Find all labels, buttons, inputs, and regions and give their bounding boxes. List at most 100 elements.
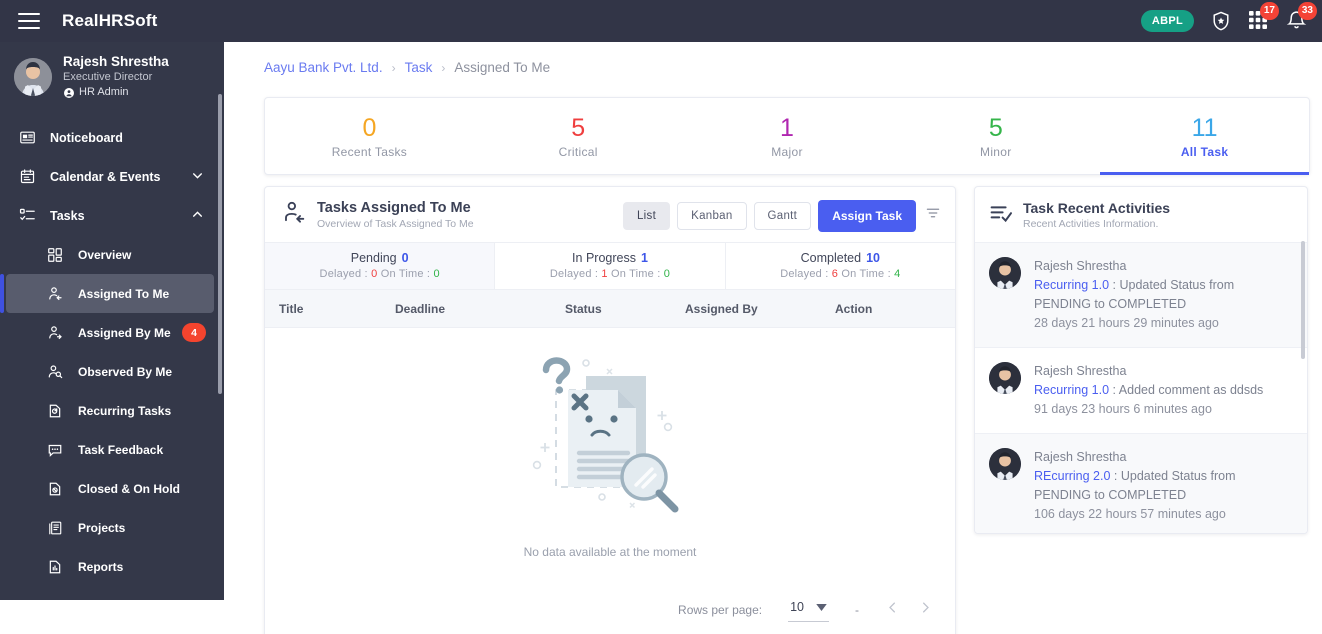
chevron-down-icon[interactable] (191, 169, 204, 185)
stat-tab-major[interactable]: 1 Major (683, 98, 892, 174)
assigned-by-me-badge: 4 (182, 323, 206, 342)
breadcrumb-section[interactable]: Task (405, 60, 433, 75)
status-group-in-progress[interactable]: In Progress 1 Delayed : 1 On Time : 0 (495, 243, 726, 289)
stat-tab-critical[interactable]: 5 Critical (474, 98, 683, 174)
stat-label: Critical (558, 145, 598, 159)
breadcrumb-separator: › (391, 60, 396, 75)
avatar (14, 58, 52, 96)
view-toggle-list[interactable]: List (622, 201, 671, 230)
stat-tab-all-task[interactable]: 11 All Task (1100, 98, 1309, 175)
activity-task-link[interactable]: REcurring 2.0 (1034, 469, 1110, 483)
sidebar-item-tasks[interactable]: Tasks (0, 196, 224, 235)
card-header: Tasks Assigned To Me Overview of Task As… (265, 187, 955, 242)
activities-scrollbar[interactable] (1301, 241, 1305, 359)
view-toggle-gantt[interactable]: Gantt (753, 201, 812, 230)
stat-label: Major (771, 145, 803, 159)
activity-user: Rajesh Shrestha (1034, 364, 1127, 378)
task-status-summary: Pending 0 Delayed : 0 On Time : 0 In Prog… (265, 242, 955, 290)
sidebar-item-assigned-by-me[interactable]: Assigned By Me 4 (0, 313, 224, 352)
activity-item[interactable]: Rajesh Shrestha REcurring 2.0 : Updated … (975, 434, 1307, 533)
sidebar-item-label: Noticeboard (50, 130, 123, 145)
activity-item[interactable]: Rajesh Shrestha Recurring 1.0 : Added co… (975, 348, 1307, 434)
status-count: 0 (401, 251, 409, 265)
reports-icon (44, 559, 66, 575)
avatar (989, 257, 1021, 289)
observed-by-me-icon (44, 364, 66, 380)
activity-timestamp: 28 days 21 hours 29 minutes ago (1034, 316, 1219, 330)
noticeboard-icon (16, 129, 38, 146)
column-header-assigned-by: Assigned By (685, 301, 758, 316)
card-actions: List Kanban Gantt Assign Task (622, 199, 941, 232)
profile-role: Executive Director (63, 71, 153, 83)
sidebar-scrollbar[interactable] (218, 94, 222, 394)
sidebar-item-label: Overview (78, 247, 132, 262)
table-header-row: Title Deadline Status Assigned By Action (265, 290, 955, 328)
ontime-label: On Time : (841, 268, 891, 280)
stat-value: 11 (1191, 114, 1218, 142)
status-title: Completed (800, 251, 862, 265)
chevron-right-icon[interactable] (918, 600, 933, 620)
assign-task-button[interactable]: Assign Task (818, 199, 916, 232)
bell-icon[interactable]: 33 (1286, 2, 1317, 32)
empty-state: No data available at the moment (265, 328, 955, 584)
brand-logo[interactable]: RealHRSoft (62, 11, 158, 31)
calendar-icon (16, 168, 38, 185)
sidebar-item-task-feedback[interactable]: Task Feedback (0, 430, 224, 469)
delayed-label: Delayed : (549, 268, 599, 280)
stat-tab-minor[interactable]: 5 Minor (891, 98, 1100, 174)
sidebar-item-observed-by-me[interactable]: Observed By Me (0, 352, 224, 391)
breadcrumb-current: Assigned To Me (454, 60, 551, 75)
sidebar-item-assigned-to-me[interactable]: Assigned To Me (0, 274, 214, 313)
sidebar-item-label: Recurring Tasks (78, 403, 172, 418)
pagination: Rows per page: 10 - (265, 584, 955, 622)
sidebar-item-noticeboard[interactable]: Noticeboard (0, 118, 224, 157)
rows-per-page-select[interactable]: 10 (788, 598, 829, 622)
shield-star-icon[interactable] (1210, 10, 1232, 32)
sidebar-item-label: Task Feedback (78, 442, 164, 457)
hamburger-icon[interactable] (18, 13, 40, 29)
breadcrumb-org[interactable]: Aayu Bank Pvt. Ltd. (264, 60, 383, 75)
filter-icon[interactable] (925, 205, 941, 226)
top-navbar: RealHRSoft ABPL 17 33 (0, 0, 1322, 42)
sidebar-item-label: Assigned To Me (78, 286, 170, 301)
activity-task-link[interactable]: Recurring 1.0 (1034, 383, 1109, 397)
activity-timestamp: 91 days 23 hours 6 minutes ago (1034, 402, 1212, 416)
app-root: RealHRSoft ABPL 17 33 Rajesh Shrestha Ex… (0, 0, 1322, 634)
stat-tab-recent-tasks[interactable]: 0 Recent Tasks (265, 98, 474, 174)
sidebar-item-closed-on-hold[interactable]: Closed & On Hold (0, 469, 224, 508)
recurring-tasks-icon (44, 403, 66, 419)
delayed-label: Delayed : (780, 268, 829, 280)
chevron-up-icon[interactable] (191, 208, 204, 224)
activity-task-link[interactable]: Recurring 1.0 (1034, 278, 1109, 292)
sidebar-item-calendar-events[interactable]: Calendar & Events (0, 157, 224, 196)
activity-user: Rajesh Shrestha (1034, 259, 1127, 273)
status-count: 10 (866, 251, 880, 265)
empty-state-text: No data available at the moment (523, 545, 697, 559)
avatar (989, 362, 1021, 394)
org-pill[interactable]: ABPL (1140, 10, 1194, 32)
activity-user: Rajesh Shrestha (1034, 450, 1127, 464)
sidebar-item-reports[interactable]: Reports (0, 547, 224, 586)
sidebar-item-recurring-tasks[interactable]: Recurring Tasks (0, 391, 224, 430)
sidebar-item-overview[interactable]: Overview (0, 235, 224, 274)
column-header-title: Title (279, 301, 304, 316)
sidebar-item-projects[interactable]: Projects (0, 508, 224, 547)
pagination-range: - (855, 603, 859, 617)
status-group-completed[interactable]: Completed 10 Delayed : 6 On Time : 4 (726, 243, 955, 289)
ontime-count: 4 (894, 268, 901, 280)
sidebar-item-label: Closed & On Hold (78, 481, 180, 496)
grid-apps-icon[interactable]: 17 (1248, 2, 1279, 32)
profile-block[interactable]: Rajesh Shrestha Executive Director HR Ad… (0, 42, 224, 114)
view-toggle-kanban[interactable]: Kanban (677, 201, 747, 230)
chevron-left-icon[interactable] (885, 600, 900, 620)
projects-icon (44, 520, 66, 536)
assigned-by-me-icon (44, 325, 66, 341)
column-header-deadline: Deadline (395, 301, 446, 316)
rows-per-page-label: Rows per page: (678, 603, 763, 617)
card-subtitle: Overview of Task Assigned To Me (317, 218, 474, 230)
status-group-pending[interactable]: Pending 0 Delayed : 0 On Time : 0 (265, 243, 496, 289)
ontime-label: On Time : (380, 268, 431, 280)
activity-item[interactable]: Rajesh Shrestha Recurring 1.0 : Updated … (975, 243, 1307, 348)
stat-value: 1 (780, 114, 794, 142)
sidebar-nav: Noticeboard Calendar & Events Tasks Over… (0, 114, 224, 586)
